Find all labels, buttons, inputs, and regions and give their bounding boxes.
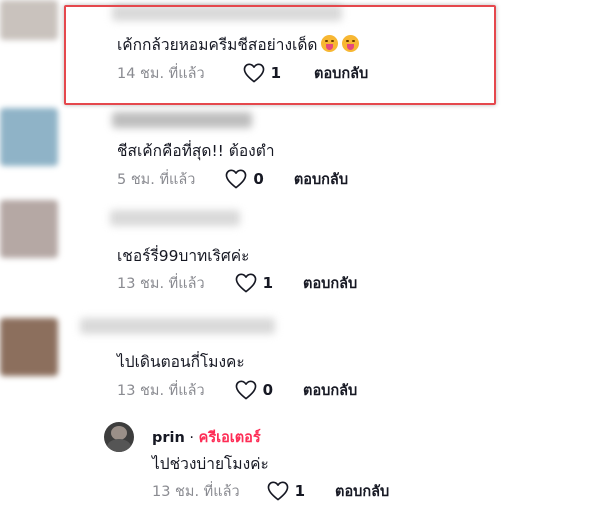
reply-button[interactable]: ตอบกลับ xyxy=(335,480,389,503)
comment-text: เชอร์รี่99บาทเริศค่ะ xyxy=(117,247,250,265)
like-count: 1 xyxy=(294,482,306,500)
heart-icon[interactable] xyxy=(243,63,265,83)
avatar-face xyxy=(111,426,127,440)
heart-icon[interactable] xyxy=(225,169,247,189)
like-count: 0 xyxy=(253,170,264,188)
like-button[interactable]: 0 xyxy=(225,169,264,189)
comment-text: ชีสเค้กคือที่สุด!! ต้องตำ xyxy=(117,142,275,160)
like-button[interactable]: 1 xyxy=(243,63,281,83)
avatar[interactable] xyxy=(0,108,58,166)
timestamp: 14 ชม. ที่แล้ว xyxy=(117,65,205,82)
like-count: 1 xyxy=(270,64,282,82)
timestamp: 13 ชม. ที่แล้ว xyxy=(117,275,205,292)
timestamp: 5 ชม. ที่แล้ว xyxy=(117,171,196,188)
face-savoring-food-emoji xyxy=(342,35,360,52)
comment-meta: 14 ชม. ที่แล้ว 1 ตอบกลับ xyxy=(117,63,368,83)
creator-badge: ครีเอเตอร์ xyxy=(198,430,261,446)
like-count: 0 xyxy=(262,381,274,399)
reply-button[interactable]: ตอบกลับ xyxy=(314,62,368,85)
reply-button[interactable]: ตอบกลับ xyxy=(303,379,357,402)
avatar-body xyxy=(107,439,131,452)
heart-icon[interactable] xyxy=(235,273,257,293)
heart-icon[interactable] xyxy=(235,380,257,400)
reply-meta: 13 ชม. ที่แล้ว 1 ตอบกลับ xyxy=(152,481,389,501)
timestamp: 13 ชม. ที่แล้ว xyxy=(152,483,240,500)
heart-icon[interactable] xyxy=(267,481,289,501)
like-button[interactable]: 1 xyxy=(235,273,273,293)
reply-header: prin · ครีเอเตอร์ xyxy=(152,426,261,449)
reply-button[interactable]: ตอบกลับ xyxy=(303,272,357,295)
reply-button[interactable]: ตอบกลับ xyxy=(294,168,348,191)
comment-meta: 13 ชม. ที่แล้ว 0 ตอบกลับ xyxy=(117,380,357,400)
username[interactable]: prin xyxy=(152,430,185,446)
separator: · xyxy=(184,430,199,446)
comment-meta: 13 ชม. ที่แล้ว 1 ตอบกลับ xyxy=(117,273,357,293)
reply-avatar[interactable] xyxy=(104,422,134,452)
avatar[interactable] xyxy=(0,200,58,258)
like-count: 1 xyxy=(262,274,274,292)
like-button[interactable]: 1 xyxy=(267,481,305,501)
face-savoring-food-emoji xyxy=(321,35,339,52)
comment-meta: 5 ชม. ที่แล้ว 0 ตอบกลับ xyxy=(117,169,348,189)
avatar[interactable] xyxy=(0,0,58,40)
username-blurred[interactable] xyxy=(110,210,240,226)
timestamp: 13 ชม. ที่แล้ว xyxy=(117,382,205,399)
comment-text: เค้กกล้วยหอมครีมชีสอย่างเด็ด xyxy=(117,32,360,57)
avatar[interactable] xyxy=(0,318,58,376)
username-blurred[interactable] xyxy=(80,318,275,334)
comment-text: ไปเดินตอนกี่โมงคะ xyxy=(117,353,245,371)
reply-text: ไปช่วงบ่ายโมงค่ะ xyxy=(152,455,269,473)
like-button[interactable]: 0 xyxy=(235,380,273,400)
username-blurred[interactable] xyxy=(112,112,252,128)
